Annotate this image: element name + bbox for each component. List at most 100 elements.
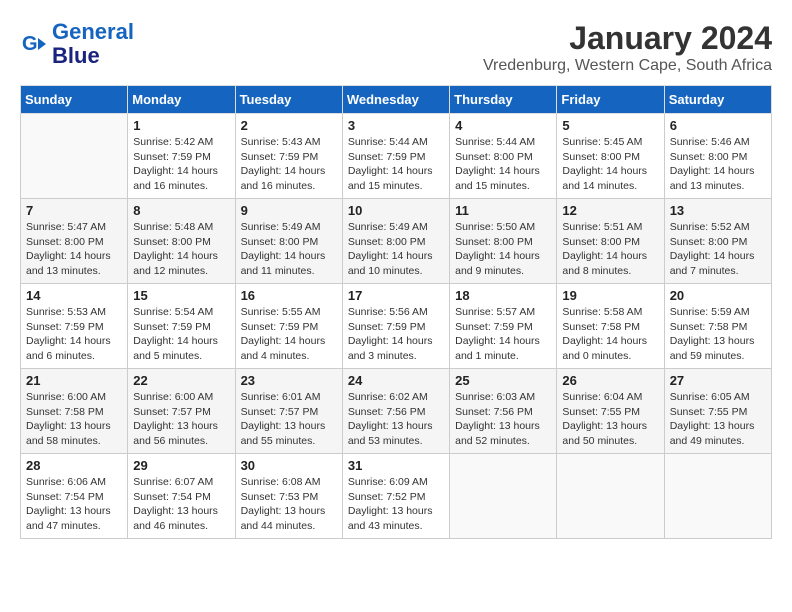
calendar-cell: 15Sunrise: 5:54 AM Sunset: 7:59 PM Dayli…	[128, 284, 235, 369]
calendar-cell: 14 Sunrise: 5:53 AM Sunset: 7:59 PM Dayli…	[21, 284, 128, 369]
day-info: Sunrise: 6:01 AM Sunset: 7:57 PM Dayligh…	[241, 390, 337, 449]
day-info: Sunrise: 6:00 AM Sunset: 7:57 PM Dayligh…	[133, 390, 229, 449]
calendar-week-row: 28 Sunrise: 6:06 AM Sunset: 7:54 PM Dayli…	[21, 454, 772, 539]
calendar-cell: 13Sunrise: 5:52 AM Sunset: 8:00 PM Dayli…	[664, 199, 771, 284]
day-number: 1	[133, 118, 229, 133]
day-info: Sunrise: 5:51 AM Sunset: 8:00 PM Dayligh…	[562, 220, 658, 279]
day-number: 11	[455, 203, 551, 218]
day-number: 26	[562, 373, 658, 388]
calendar-cell: 7 Sunrise: 5:47 AM Sunset: 8:00 PM Daylig…	[21, 199, 128, 284]
page-header: G General Blue January 2024 Vredenburg, …	[20, 20, 772, 75]
day-info: Sunrise: 6:05 AM Sunset: 7:55 PM Dayligh…	[670, 390, 766, 449]
calendar-cell: 27 Sunrise: 6:05 AM Sunset: 7:55 PM Dayli…	[664, 369, 771, 454]
logo-text: General Blue	[52, 20, 134, 68]
day-number: 7	[26, 203, 122, 218]
calendar-week-row: 21 Sunrise: 6:00 AM Sunset: 7:58 PM Dayli…	[21, 369, 772, 454]
logo-icon: G	[20, 30, 48, 58]
calendar-cell: 23 Sunrise: 6:01 AM Sunset: 7:57 PM Dayli…	[235, 369, 342, 454]
logo-line2: Blue	[52, 43, 100, 68]
calendar-cell: 9 Sunrise: 5:49 AM Sunset: 8:00 PM Daylig…	[235, 199, 342, 284]
day-info: Sunrise: 6:00 AM Sunset: 7:58 PM Dayligh…	[26, 390, 122, 449]
day-info: Sunrise: 6:03 AM Sunset: 7:56 PM Dayligh…	[455, 390, 551, 449]
day-info: Sunrise: 5:53 AM Sunset: 7:59 PM Dayligh…	[26, 305, 122, 364]
day-info: Sunrise: 5:46 AM Sunset: 8:00 PM Dayligh…	[670, 135, 766, 194]
calendar-cell: 17Sunrise: 5:56 AM Sunset: 7:59 PM Dayli…	[342, 284, 449, 369]
calendar-cell	[664, 454, 771, 539]
calendar-cell: 25 Sunrise: 6:03 AM Sunset: 7:56 PM Dayli…	[450, 369, 557, 454]
calendar-cell	[557, 454, 664, 539]
day-header-tuesday: Tuesday	[235, 86, 342, 114]
svg-text:G: G	[22, 33, 38, 55]
day-number: 14	[26, 288, 122, 303]
month-year-title: January 2024	[483, 20, 772, 57]
day-info: Sunrise: 6:08 AM Sunset: 7:53 PM Dayligh…	[241, 475, 337, 534]
day-info: Sunrise: 5:49 AM Sunset: 8:00 PM Dayligh…	[241, 220, 337, 279]
day-number: 21	[26, 373, 122, 388]
day-header-sunday: Sunday	[21, 86, 128, 114]
calendar-week-row: 1 Sunrise: 5:42 AM Sunset: 7:59 PM Daylig…	[21, 114, 772, 199]
calendar-header-row: SundayMondayTuesdayWednesdayThursdayFrid…	[21, 86, 772, 114]
calendar-cell: 31Sunrise: 6:09 AM Sunset: 7:52 PM Dayli…	[342, 454, 449, 539]
calendar-cell: 16 Sunrise: 5:55 AM Sunset: 7:59 PM Dayli…	[235, 284, 342, 369]
day-number: 3	[348, 118, 444, 133]
day-info: Sunrise: 5:44 AM Sunset: 7:59 PM Dayligh…	[348, 135, 444, 194]
title-block: January 2024 Vredenburg, Western Cape, S…	[483, 20, 772, 75]
logo: G General Blue	[20, 20, 134, 68]
day-info: Sunrise: 5:55 AM Sunset: 7:59 PM Dayligh…	[241, 305, 337, 364]
day-number: 8	[133, 203, 229, 218]
day-number: 10	[348, 203, 444, 218]
day-number: 22	[133, 373, 229, 388]
day-info: Sunrise: 6:07 AM Sunset: 7:54 PM Dayligh…	[133, 475, 229, 534]
day-info: Sunrise: 6:04 AM Sunset: 7:55 PM Dayligh…	[562, 390, 658, 449]
calendar-week-row: 14 Sunrise: 5:53 AM Sunset: 7:59 PM Dayli…	[21, 284, 772, 369]
day-info: Sunrise: 5:42 AM Sunset: 7:59 PM Dayligh…	[133, 135, 229, 194]
day-number: 20	[670, 288, 766, 303]
calendar-cell	[21, 114, 128, 199]
calendar-cell: 22 Sunrise: 6:00 AM Sunset: 7:57 PM Dayli…	[128, 369, 235, 454]
calendar-cell: 29Sunrise: 6:07 AM Sunset: 7:54 PM Dayli…	[128, 454, 235, 539]
location-subtitle: Vredenburg, Western Cape, South Africa	[483, 57, 772, 75]
calendar-cell: 28 Sunrise: 6:06 AM Sunset: 7:54 PM Dayli…	[21, 454, 128, 539]
calendar-cell: 1 Sunrise: 5:42 AM Sunset: 7:59 PM Daylig…	[128, 114, 235, 199]
day-info: Sunrise: 6:06 AM Sunset: 7:54 PM Dayligh…	[26, 475, 122, 534]
day-number: 18	[455, 288, 551, 303]
day-header-friday: Friday	[557, 86, 664, 114]
day-info: Sunrise: 5:57 AM Sunset: 7:59 PM Dayligh…	[455, 305, 551, 364]
day-number: 17	[348, 288, 444, 303]
day-number: 24	[348, 373, 444, 388]
day-number: 12	[562, 203, 658, 218]
day-info: Sunrise: 5:49 AM Sunset: 8:00 PM Dayligh…	[348, 220, 444, 279]
day-number: 25	[455, 373, 551, 388]
day-number: 2	[241, 118, 337, 133]
day-number: 28	[26, 458, 122, 473]
calendar-cell: 4Sunrise: 5:44 AM Sunset: 8:00 PM Daylig…	[450, 114, 557, 199]
calendar-cell: 21 Sunrise: 6:00 AM Sunset: 7:58 PM Dayli…	[21, 369, 128, 454]
calendar-cell: 10 Sunrise: 5:49 AM Sunset: 8:00 PM Dayli…	[342, 199, 449, 284]
calendar-cell: 18 Sunrise: 5:57 AM Sunset: 7:59 PM Dayli…	[450, 284, 557, 369]
day-info: Sunrise: 6:02 AM Sunset: 7:56 PM Dayligh…	[348, 390, 444, 449]
day-info: Sunrise: 5:47 AM Sunset: 8:00 PM Dayligh…	[26, 220, 122, 279]
calendar-table: SundayMondayTuesdayWednesdayThursdayFrid…	[20, 85, 772, 539]
day-header-wednesday: Wednesday	[342, 86, 449, 114]
day-info: Sunrise: 5:58 AM Sunset: 7:58 PM Dayligh…	[562, 305, 658, 364]
calendar-cell: 8Sunrise: 5:48 AM Sunset: 8:00 PM Daylig…	[128, 199, 235, 284]
calendar-cell: 3 Sunrise: 5:44 AM Sunset: 7:59 PM Daylig…	[342, 114, 449, 199]
day-info: Sunrise: 5:44 AM Sunset: 8:00 PM Dayligh…	[455, 135, 551, 194]
day-header-thursday: Thursday	[450, 86, 557, 114]
calendar-cell: 2 Sunrise: 5:43 AM Sunset: 7:59 PM Daylig…	[235, 114, 342, 199]
calendar-cell: 26 Sunrise: 6:04 AM Sunset: 7:55 PM Dayli…	[557, 369, 664, 454]
day-number: 15	[133, 288, 229, 303]
day-number: 31	[348, 458, 444, 473]
calendar-week-row: 7 Sunrise: 5:47 AM Sunset: 8:00 PM Daylig…	[21, 199, 772, 284]
day-number: 27	[670, 373, 766, 388]
day-info: Sunrise: 5:43 AM Sunset: 7:59 PM Dayligh…	[241, 135, 337, 194]
calendar-cell: 12 Sunrise: 5:51 AM Sunset: 8:00 PM Dayli…	[557, 199, 664, 284]
day-header-saturday: Saturday	[664, 86, 771, 114]
day-number: 5	[562, 118, 658, 133]
day-number: 23	[241, 373, 337, 388]
day-number: 16	[241, 288, 337, 303]
day-info: Sunrise: 5:45 AM Sunset: 8:00 PM Dayligh…	[562, 135, 658, 194]
day-number: 6	[670, 118, 766, 133]
calendar-cell: 6 Sunrise: 5:46 AM Sunset: 8:00 PM Daylig…	[664, 114, 771, 199]
day-number: 9	[241, 203, 337, 218]
